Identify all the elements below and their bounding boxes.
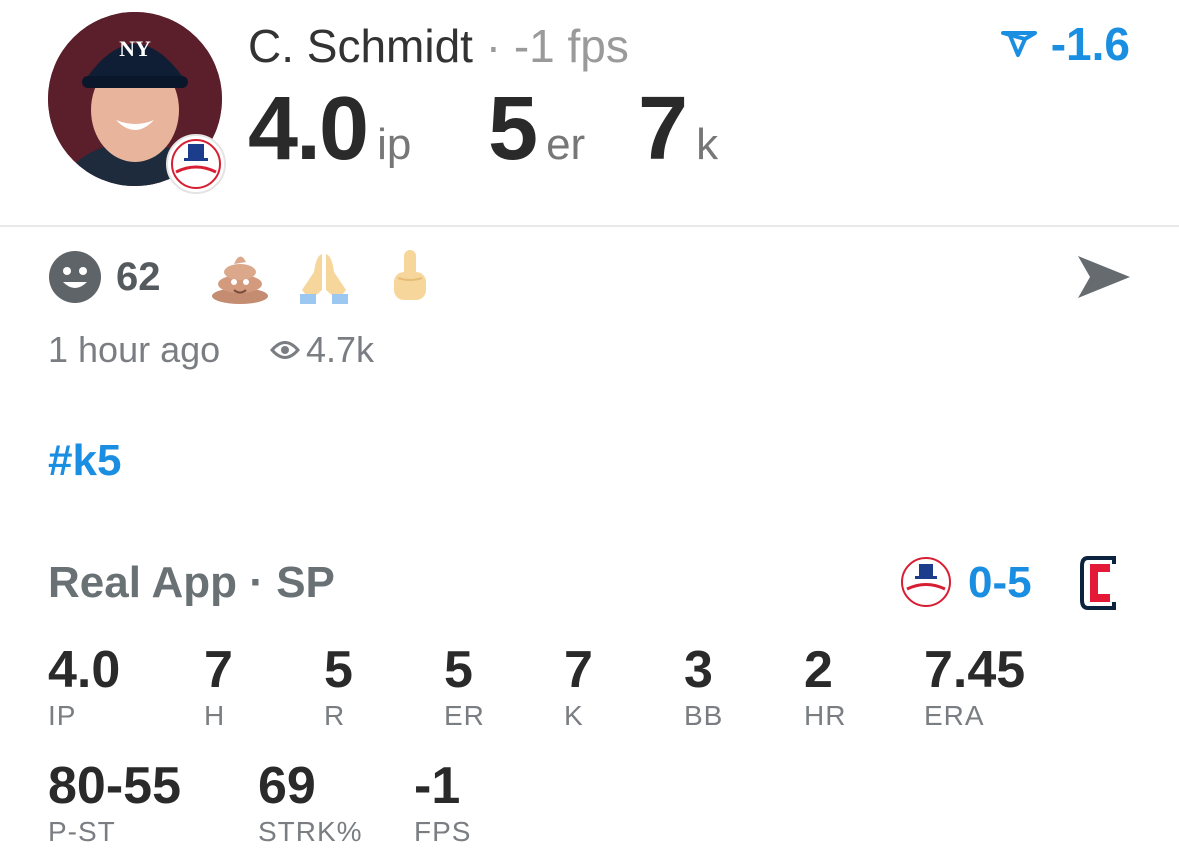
stat-ip: 4.0 IP: [48, 640, 120, 732]
stat-label: IP: [48, 700, 77, 731]
praying-hands-emoji-icon[interactable]: [296, 250, 352, 309]
smiley-reaction-icon[interactable]: [48, 250, 102, 309]
stat-bb: 3 BB: [684, 640, 723, 732]
stat-label: HR: [804, 700, 847, 731]
stat-value: 3: [684, 641, 713, 699]
post-time: 1 hour ago: [48, 329, 221, 370]
poop-emoji-icon[interactable]: [210, 250, 270, 309]
stat-label: K: [564, 700, 584, 731]
reaction-count: 62: [116, 255, 161, 299]
stat-r: 5 R: [324, 640, 353, 732]
stat-k: 7 K: [564, 640, 593, 732]
yankees-logo-icon: [166, 134, 226, 194]
stat-label: BB: [684, 700, 724, 731]
stat-label: ER: [444, 700, 485, 731]
app-position-line: Real App · SP: [48, 556, 335, 610]
view-count: 4.7k: [270, 328, 374, 372]
headline-stat-er: 5 er: [488, 78, 586, 179]
headline-stat-value: 7: [638, 79, 688, 179]
stat-fps: -1 FPS: [414, 756, 471, 848]
headline-stat-label: k: [696, 120, 719, 169]
app-separator: ·: [249, 558, 264, 607]
eye-icon: [270, 341, 300, 359]
middle-finger-emoji-icon[interactable]: [388, 248, 432, 309]
player-fps: -1 fps: [513, 20, 629, 72]
headline-stat-label: er: [546, 120, 586, 169]
headline-stat-value: 5: [488, 79, 538, 179]
player-name-line[interactable]: C. Schmidt · -1 fps: [248, 16, 629, 76]
stat-hr: 2 HR: [804, 640, 846, 732]
score-value: -1.6: [1050, 18, 1130, 70]
headline-stat-label: ip: [377, 120, 412, 169]
stat-value: 5: [444, 641, 473, 699]
share-icon[interactable]: [1076, 252, 1132, 307]
headline-stat-k: 7 k: [638, 78, 719, 179]
player-position: SP: [276, 558, 335, 607]
headline-stat-ip: 4.0 ip: [248, 78, 412, 179]
stat-era: 7.45 ERA: [924, 640, 1025, 732]
player-score: -1.6: [1000, 14, 1130, 74]
stat-label: R: [324, 700, 346, 731]
stat-value: 5: [324, 641, 353, 699]
stat-value: 2: [804, 641, 833, 699]
stat-label: ERA: [924, 700, 985, 731]
stat-p-st: 80-55 P-ST: [48, 756, 181, 848]
stat-value: 80-55: [48, 757, 181, 815]
stat-h: 7 H: [204, 640, 233, 732]
headline-stat-value: 4.0: [248, 79, 369, 179]
yankees-team-icon[interactable]: [900, 556, 952, 613]
stat-value: -1: [414, 757, 461, 815]
stat-value: 7: [204, 641, 233, 699]
score-filter-icon: [1000, 31, 1037, 57]
guardians-team-icon[interactable]: [1080, 556, 1120, 615]
svg-text:NY: NY: [119, 36, 151, 61]
stat-label: STRK%: [258, 816, 363, 847]
stat-strk-pct: 69 STRK%: [258, 756, 363, 848]
header-divider: [0, 225, 1179, 227]
view-count-value: 4.7k: [306, 329, 375, 370]
app-name: Real App: [48, 558, 238, 607]
player-name[interactable]: C. Schmidt: [248, 20, 473, 72]
stat-value: 7: [564, 641, 593, 699]
stat-er: 5 ER: [444, 640, 485, 732]
name-separator: ·: [485, 20, 502, 72]
stat-label: P-ST: [48, 816, 116, 847]
stat-value: 7.45: [924, 641, 1026, 699]
stat-value: 69: [258, 757, 316, 815]
stat-value: 4.0: [48, 641, 121, 699]
stat-label: H: [204, 700, 226, 731]
hashtag-link[interactable]: #k5: [48, 434, 121, 488]
game-score[interactable]: 0-5: [968, 556, 1032, 610]
stat-label: FPS: [414, 816, 472, 847]
